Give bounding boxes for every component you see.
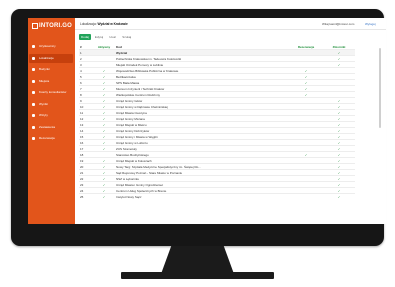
tab-add[interactable]: Dodaj: [79, 34, 91, 40]
cell-name: Instytut Nowy Sącz: [115, 193, 289, 199]
users-icon: [32, 45, 35, 48]
sidebar-item[interactable]: Zestawienia: [29, 123, 73, 132]
sidebar-item[interactable]: Budynki: [29, 65, 73, 74]
tab-edit[interactable]: Edytuj: [93, 34, 105, 40]
sidebar-item-label: Rezerwacja: [39, 136, 55, 140]
cell-reservation: [289, 193, 323, 199]
app-screen: INTORI.GO Użytkownicy Lokalizacje Budynki M…: [28, 18, 386, 224]
monitor-stand-base: [121, 272, 274, 279]
results-icon: [32, 102, 35, 106]
logo-text: INTORI.GO: [39, 23, 73, 29]
sidebar-item[interactable]: Koszty konsultantów: [29, 88, 73, 97]
cell-tanks: ✓: [323, 193, 355, 199]
sidebar-item-label: Wyniki: [39, 101, 48, 106]
summary-icon: [32, 125, 35, 129]
locations-table: # Aktywny Kod Rezerwacja Zbiorniki 1 Wydz…: [79, 44, 355, 199]
table-row[interactable]: 25 ✓ Instytut Nowy Sącz ✓: [79, 193, 355, 199]
action-tabs: Dodaj Edytuj Usuń Szukaj: [79, 34, 135, 40]
cell-number: 25: [79, 193, 93, 199]
sidebar-item[interactable]: Lokalizacje: [29, 53, 73, 63]
sidebar-item-label: Lokalizacje: [39, 55, 54, 60]
sidebar-item-label: Budynki: [39, 67, 50, 71]
sidebar-item-label: Koszty konsultantów: [39, 90, 67, 94]
building-icon: [32, 68, 35, 71]
location-label: Lokalizacja:: [80, 22, 97, 26]
cell-active: ✓: [93, 193, 115, 199]
sidebar-item[interactable]: Miejsca: [29, 77, 73, 86]
sidebar-item[interactable]: Wizyty: [29, 111, 73, 120]
place-icon: [32, 79, 35, 83]
sidebar: INTORI.GO Użytkownicy Lokalizacje Budynki M…: [28, 18, 75, 224]
user-greeting: Witaj kamil@intorer.com: [322, 22, 355, 26]
location-indicator: Lokalizacja: Wydział w Krakowie: [80, 22, 128, 26]
sidebar-item-label: Wizyty: [39, 113, 48, 117]
sidebar-item-label: Miejsca: [39, 78, 50, 83]
topbar: Lokalizacja: Wydział w Krakowie Witaj ka…: [75, 18, 386, 30]
logo-icon: [32, 23, 38, 29]
sidebar-item[interactable]: Rezerwacja: [29, 134, 73, 143]
reservation-icon: [32, 137, 35, 140]
visits-icon: [32, 114, 35, 117]
tab-search[interactable]: Szukaj: [120, 34, 133, 40]
sidebar-item[interactable]: Wyniki: [29, 100, 73, 109]
monitor-frame: INTORI.GO Użytkownicy Lokalizacje Budynki M…: [11, 9, 386, 246]
sidebar-item-label: Zestawienia: [39, 124, 56, 129]
sidebar-item-label: Użytkownicy: [39, 44, 56, 48]
tab-delete[interactable]: Usuń: [107, 34, 118, 40]
location-icon: [32, 56, 35, 60]
logo: INTORI.GO: [32, 23, 72, 29]
logout-link[interactable]: Wyloguj: [365, 22, 376, 26]
sidebar-item[interactable]: Użytkownicy: [29, 42, 73, 51]
cost-icon: [32, 91, 35, 94]
location-value[interactable]: Wydział w Krakowie: [98, 22, 128, 26]
table-scrollbar[interactable]: [379, 48, 381, 128]
monitor-stand: [161, 246, 234, 274]
